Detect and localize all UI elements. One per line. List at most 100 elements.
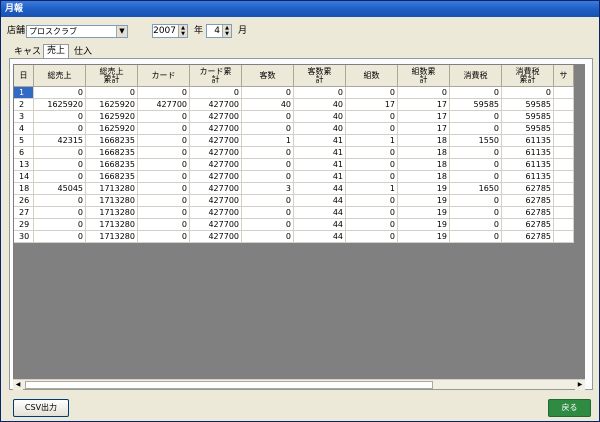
table-cell[interactable]: 18: [398, 159, 450, 171]
table-cell[interactable]: 0: [138, 195, 190, 207]
row-day-cell[interactable]: 26: [14, 195, 34, 207]
table-cell[interactable]: 1668235: [86, 159, 138, 171]
table-cell[interactable]: 427700: [190, 147, 242, 159]
table-cell[interactable]: 42315: [34, 135, 86, 147]
table-cell[interactable]: 0: [34, 87, 86, 99]
table-cell[interactable]: 0: [242, 111, 294, 123]
table-cell-partial[interactable]: [554, 111, 574, 123]
table-cell[interactable]: 1625920: [86, 99, 138, 111]
table-cell[interactable]: 0: [450, 147, 502, 159]
table-cell[interactable]: 0: [138, 159, 190, 171]
table-cell[interactable]: 427700: [190, 183, 242, 195]
table-cell-partial[interactable]: [554, 171, 574, 183]
table-cell[interactable]: 18: [398, 171, 450, 183]
row-day-cell[interactable]: 6: [14, 147, 34, 159]
year-down-icon[interactable]: ▼: [178, 31, 187, 37]
table-cell[interactable]: 427700: [190, 207, 242, 219]
table-cell[interactable]: 0: [34, 219, 86, 231]
table-cell-partial[interactable]: [554, 183, 574, 195]
column-header-groups[interactable]: 組数: [346, 65, 398, 87]
chevron-down-icon[interactable]: ▼: [116, 26, 127, 37]
table-cell[interactable]: 0: [138, 207, 190, 219]
table-cell[interactable]: 61135: [502, 147, 554, 159]
column-header-customers-cum[interactable]: 客数累 計: [294, 65, 346, 87]
table-cell[interactable]: 17: [346, 99, 398, 111]
table-cell[interactable]: 427700: [190, 231, 242, 243]
table-cell[interactable]: 0: [138, 171, 190, 183]
table-cell[interactable]: 0: [242, 123, 294, 135]
table-cell[interactable]: 40: [294, 111, 346, 123]
table-cell[interactable]: 427700: [190, 99, 242, 111]
table-cell[interactable]: 41: [294, 171, 346, 183]
table-cell[interactable]: 61135: [502, 171, 554, 183]
table-cell[interactable]: 41: [294, 135, 346, 147]
table-cell[interactable]: 0: [346, 207, 398, 219]
table-cell[interactable]: 0: [294, 87, 346, 99]
table-cell-partial[interactable]: [554, 231, 574, 243]
table-cell[interactable]: 0: [346, 219, 398, 231]
table-cell[interactable]: 41: [294, 159, 346, 171]
table-cell[interactable]: 0: [450, 195, 502, 207]
table-cell[interactable]: 1: [242, 135, 294, 147]
table-cell[interactable]: 59585: [502, 111, 554, 123]
table-cell[interactable]: 0: [138, 111, 190, 123]
table-cell[interactable]: 0: [450, 111, 502, 123]
table-cell[interactable]: 1668235: [86, 147, 138, 159]
table-cell[interactable]: 0: [138, 135, 190, 147]
table-cell[interactable]: 3: [242, 183, 294, 195]
year-stepper[interactable]: 2007 ▲ ▼: [152, 24, 188, 38]
table-cell[interactable]: 0: [346, 231, 398, 243]
table-cell[interactable]: 427700: [190, 111, 242, 123]
row-day-cell[interactable]: 29: [14, 219, 34, 231]
tab-sales[interactable]: 売上: [43, 44, 70, 59]
table-cell[interactable]: 0: [242, 87, 294, 99]
table-cell[interactable]: 62785: [502, 183, 554, 195]
table-cell[interactable]: 0: [138, 123, 190, 135]
table-cell[interactable]: 40: [294, 99, 346, 111]
row-day-cell[interactable]: 13: [14, 159, 34, 171]
table-cell[interactable]: 62785: [502, 231, 554, 243]
row-day-cell[interactable]: 30: [14, 231, 34, 243]
table-cell[interactable]: 0: [34, 207, 86, 219]
table-cell[interactable]: 0: [242, 147, 294, 159]
table-cell[interactable]: 1625920: [34, 99, 86, 111]
table-cell[interactable]: 0: [450, 219, 502, 231]
table-cell[interactable]: 1: [346, 183, 398, 195]
table-cell[interactable]: 0: [398, 87, 450, 99]
table-cell[interactable]: 1713280: [86, 219, 138, 231]
scrollbar-thumb[interactable]: [25, 381, 433, 389]
table-cell[interactable]: 17: [398, 111, 450, 123]
column-header-total-sales-cum[interactable]: 総売上 累計: [86, 65, 138, 87]
table-cell[interactable]: 0: [242, 171, 294, 183]
table-cell[interactable]: 0: [34, 231, 86, 243]
table-cell[interactable]: 1: [346, 135, 398, 147]
table-cell[interactable]: 61135: [502, 135, 554, 147]
table-cell[interactable]: 0: [34, 111, 86, 123]
table-cell[interactable]: 427700: [190, 123, 242, 135]
table-cell[interactable]: 0: [502, 87, 554, 99]
scroll-right-icon[interactable]: ▶: [575, 380, 585, 390]
table-cell[interactable]: 18: [398, 147, 450, 159]
row-day-cell[interactable]: 4: [14, 123, 34, 135]
table-cell[interactable]: 44: [294, 195, 346, 207]
table-cell[interactable]: 61135: [502, 159, 554, 171]
table-cell[interactable]: 45045: [34, 183, 86, 195]
table-cell[interactable]: 0: [34, 195, 86, 207]
table-cell[interactable]: 1713280: [86, 183, 138, 195]
row-day-cell[interactable]: 1: [14, 87, 34, 99]
table-cell[interactable]: 1625920: [86, 123, 138, 135]
table-cell[interactable]: 0: [346, 111, 398, 123]
table-cell-partial[interactable]: [554, 195, 574, 207]
column-header-groups-cum[interactable]: 組数累 計: [398, 65, 450, 87]
table-cell-partial[interactable]: [554, 135, 574, 147]
table-cell[interactable]: 0: [34, 159, 86, 171]
table-cell[interactable]: 1668235: [86, 135, 138, 147]
column-header-card[interactable]: カード: [138, 65, 190, 87]
table-cell[interactable]: 18: [398, 135, 450, 147]
table-cell[interactable]: 0: [346, 147, 398, 159]
row-day-cell[interactable]: 27: [14, 207, 34, 219]
table-cell[interactable]: 1713280: [86, 207, 138, 219]
table-cell[interactable]: 0: [346, 87, 398, 99]
column-header-tax[interactable]: 消費税: [450, 65, 502, 87]
table-cell[interactable]: 40: [294, 123, 346, 135]
